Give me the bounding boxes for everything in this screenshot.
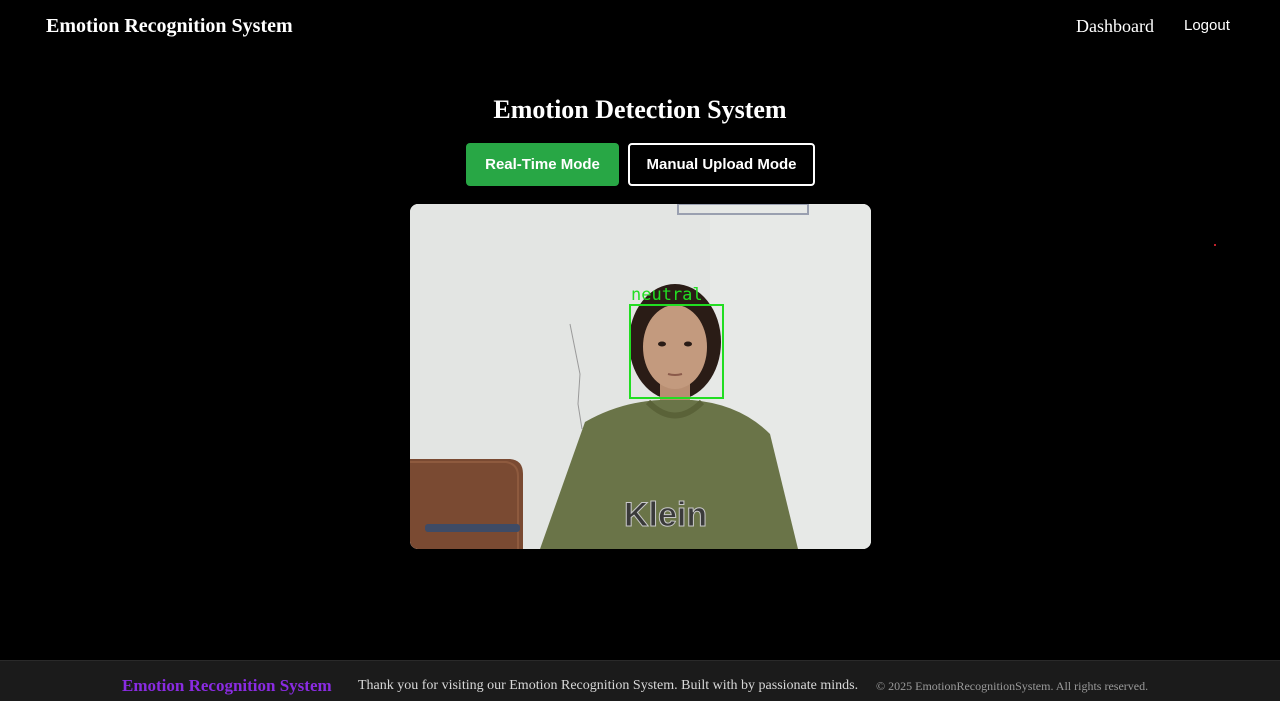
footer-copyright: © 2025 EmotionRecognitionSystem. All rig… xyxy=(876,679,1149,693)
webcam-frame-image: Klein neutral xyxy=(410,204,871,549)
manual-upload-mode-button[interactable]: Manual Upload Mode xyxy=(628,143,815,186)
footer-brand: Emotion Recognition System xyxy=(122,676,332,695)
status-dot xyxy=(1214,244,1216,246)
webcam-feed: Klein neutral xyxy=(410,204,871,549)
footer-message: Thank you for visiting our Emotion Recog… xyxy=(358,678,859,693)
shirt-print: Klein xyxy=(624,496,707,534)
emotion-label: neutral xyxy=(631,285,703,305)
footer: Emotion Recognition System Thank you for… xyxy=(0,660,1280,701)
nav-logout-link[interactable]: Logout xyxy=(1184,17,1230,34)
page-title: Emotion Detection System xyxy=(493,95,787,124)
nav-dashboard-link[interactable]: Dashboard xyxy=(1076,16,1154,37)
app-brand[interactable]: Emotion Recognition System xyxy=(46,15,293,38)
real-time-mode-button[interactable]: Real-Time Mode xyxy=(466,143,619,186)
